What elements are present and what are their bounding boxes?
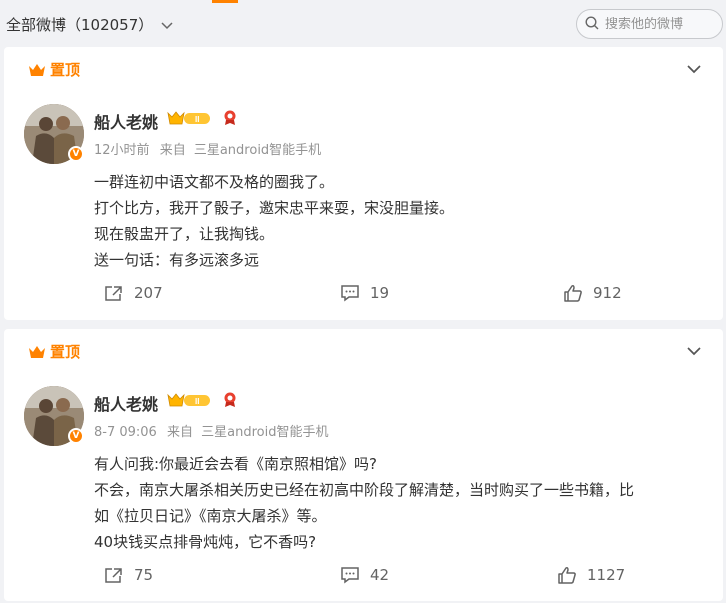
search-icon: [585, 15, 599, 34]
like-count: 912: [593, 284, 622, 302]
content-line: 一群连初中语文都不及格的圈我了。: [94, 173, 335, 191]
pinned-tag: 置顶: [28, 341, 80, 362]
post-meta: 8-7 09:06 来自 三星android智能手机: [94, 421, 328, 440]
comment-count: 19: [370, 284, 390, 302]
content-line: 送一句话：有多远滚多远: [94, 251, 260, 269]
post-source: 三星android智能手机: [201, 425, 329, 440]
post-content: 有人问我:你最近会去看《南京照相馆》吗? 不会，南京大屠杀相关历史已经在初高中阶…: [94, 451, 714, 555]
chevron-down-icon[interactable]: [687, 341, 701, 360]
content-line: 40块钱买点排骨炖炖，它不香吗?: [94, 533, 317, 551]
post-actions: 75 42 1127: [4, 566, 723, 590]
comment-icon: [341, 567, 359, 584]
avatar-container[interactable]: V: [24, 104, 86, 166]
thumbs-up-icon: [558, 567, 576, 584]
post-time[interactable]: 8-7 09:06: [94, 425, 157, 440]
member-level-icon[interactable]: II: [166, 110, 212, 126]
comment-icon: [341, 285, 359, 302]
crown-icon: [29, 345, 45, 358]
username[interactable]: 船人老姚: [94, 109, 158, 133]
chevron-down-icon: [161, 16, 173, 34]
comment-button[interactable]: 19: [340, 284, 389, 302]
verified-icon: V: [68, 428, 84, 444]
tab-indicator: [212, 0, 238, 3]
comment-button[interactable]: 42: [340, 566, 389, 584]
content-line: 如《拉贝日记》《南京大屠杀》等。: [94, 507, 327, 525]
like-count: 1127: [587, 566, 626, 584]
svg-text:II: II: [195, 397, 199, 406]
content-line: 现在骰盅开了，让我掏钱。: [94, 225, 275, 243]
chevron-down-icon[interactable]: [687, 59, 701, 78]
repost-count: 207: [134, 284, 163, 302]
thumbs-up-icon: [564, 285, 582, 302]
repost-button[interactable]: 75: [104, 566, 153, 584]
pinned-label: 置顶: [50, 343, 81, 361]
all-posts-label: 全部微博（102057）: [6, 16, 154, 34]
verified-icon: V: [68, 146, 84, 162]
ranking-badge-icon[interactable]: [223, 110, 237, 126]
search-input[interactable]: [605, 16, 715, 32]
member-level-icon[interactable]: II: [166, 392, 212, 408]
top-bar: 全部微博（102057）: [0, 0, 726, 46]
post-card: 置顶 V 船人老姚 II 12小时前 来自 三星android智能手机 一群连初…: [4, 47, 723, 320]
comment-count: 42: [370, 566, 390, 584]
search-box[interactable]: [576, 9, 723, 39]
content-line: 不会，南京大屠杀相关历史已经在初高中阶段了解清楚，当时购买了一些书籍，比: [94, 481, 635, 499]
source-prefix: 来自: [166, 425, 193, 440]
pinned-tag: 置顶: [28, 59, 80, 80]
all-posts-dropdown[interactable]: 全部微博（102057）: [6, 14, 173, 35]
repost-count: 75: [134, 566, 154, 584]
svg-text:II: II: [195, 115, 199, 124]
ranking-badge-icon[interactable]: [223, 392, 237, 408]
like-button[interactable]: 912: [563, 284, 622, 302]
like-button[interactable]: 1127: [557, 566, 625, 584]
username[interactable]: 船人老姚: [94, 391, 158, 415]
post-time[interactable]: 12小时前: [94, 143, 150, 158]
content-line: 打个比方，我开了骰子，邀宋忠平来耍，宋没胆量接。: [94, 199, 455, 217]
repost-icon: [105, 286, 122, 301]
post-card: 置顶 V 船人老姚 II 8-7 09:06 来自 三星android智能手机 …: [4, 329, 723, 601]
avatar-container[interactable]: V: [24, 386, 86, 448]
post-content: 一群连初中语文都不及格的圈我了。 打个比方，我开了骰子，邀宋忠平来耍，宋没胆量接…: [94, 169, 714, 273]
content-line: 有人问我:你最近会去看《南京照相馆》吗?: [94, 455, 378, 473]
crown-icon: [29, 63, 45, 76]
post-actions: 207 19 912: [4, 284, 723, 308]
repost-button[interactable]: 207: [104, 284, 163, 302]
source-prefix: 来自: [159, 143, 186, 158]
pinned-label: 置顶: [50, 61, 81, 79]
repost-icon: [105, 568, 122, 583]
post-meta: 12小时前 来自 三星android智能手机: [94, 139, 321, 158]
post-source: 三星android智能手机: [193, 143, 322, 158]
